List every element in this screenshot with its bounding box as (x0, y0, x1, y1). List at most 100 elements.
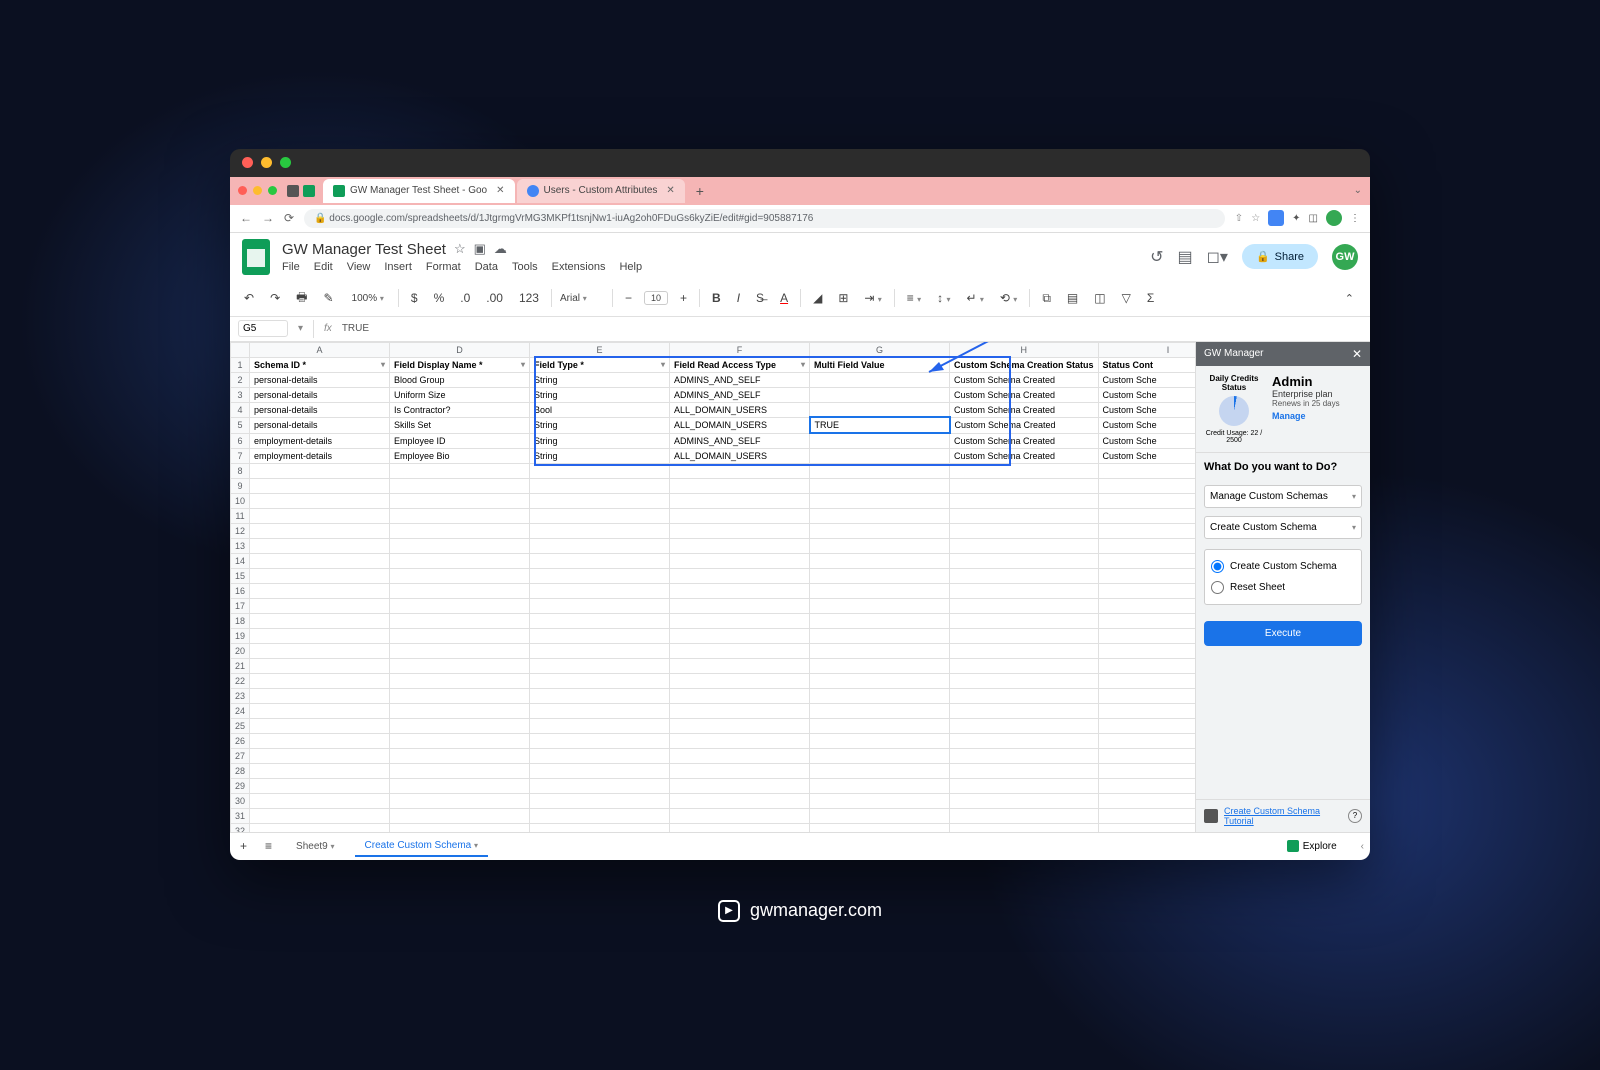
tab-close-icon[interactable]: ✕ (666, 185, 674, 196)
currency-button[interactable]: $ (407, 288, 422, 308)
radio-input[interactable] (1211, 560, 1224, 573)
menu-format[interactable]: Format (426, 261, 461, 273)
comment-insert-button[interactable]: ▤ (1063, 288, 1082, 308)
halign-button[interactable]: ≡ ▾ (903, 288, 925, 308)
decrease-size-button[interactable]: − (621, 288, 636, 308)
filter-button[interactable]: ▽ (1118, 288, 1135, 308)
redo-button[interactable]: ↷ (266, 288, 284, 308)
document-title[interactable]: GW Manager Test Sheet (282, 241, 446, 258)
window-icon[interactable]: ◫ (1309, 213, 1318, 224)
close-window-icon[interactable] (242, 157, 253, 168)
decrease-decimal-button[interactable]: .0 (456, 288, 474, 308)
minimize-icon[interactable] (253, 186, 262, 195)
merge-button[interactable]: ⇥ ▾ (860, 288, 885, 308)
execute-button[interactable]: Execute (1204, 621, 1362, 646)
zoom-select[interactable]: 100% ▾ (346, 291, 390, 306)
menu-edit[interactable]: Edit (314, 261, 333, 273)
fill-color-button[interactable]: ◢ (809, 288, 826, 308)
upload-icon[interactable]: ⇧ (1235, 213, 1243, 224)
menu-help[interactable]: Help (619, 261, 642, 273)
sidebar-header: GW Manager ✕ (1196, 342, 1370, 366)
print-button[interactable]: 🖶 (292, 285, 311, 312)
sheet-tab-2-active[interactable]: Create Custom Schema ▾ (355, 836, 489, 857)
close-icon[interactable] (238, 186, 247, 195)
chevron-down-icon[interactable]: ⌄ (1354, 185, 1362, 196)
star-icon[interactable]: ☆ (454, 241, 466, 257)
reload-button[interactable]: ⟳ (284, 211, 294, 225)
tab-close-icon[interactable]: ✕ (496, 185, 504, 196)
name-box[interactable] (238, 320, 288, 337)
font-select[interactable]: Arial ▾ (560, 293, 604, 304)
sheets-icon[interactable] (303, 185, 315, 197)
manage-link[interactable]: Manage (1272, 411, 1362, 421)
history-icon[interactable]: ↺ (1150, 247, 1163, 267)
maximize-icon[interactable] (268, 186, 277, 195)
help-icon[interactable]: ? (1348, 809, 1362, 823)
radio-create-schema[interactable]: Create Custom Schema (1211, 556, 1355, 577)
add-sheet-button[interactable]: + (236, 836, 251, 856)
menu-extensions[interactable]: Extensions (552, 261, 606, 273)
url-text: docs.google.com/spreadsheets/d/1JtgrmgVr… (329, 213, 813, 224)
back-button[interactable]: ← (240, 211, 252, 225)
chart-button[interactable]: ◫ (1090, 288, 1109, 308)
url-input[interactable]: 🔒 docs.google.com/spreadsheets/d/1Jtgrmg… (304, 209, 1225, 228)
extension-icon[interactable] (1268, 210, 1284, 226)
minimize-window-icon[interactable] (261, 157, 272, 168)
font-size-input[interactable]: 10 (644, 291, 668, 305)
explore-button[interactable]: Explore (1279, 837, 1345, 855)
radio-reset-sheet[interactable]: Reset Sheet (1211, 577, 1355, 598)
increase-decimal-button[interactable]: .00 (482, 288, 507, 308)
action-select-1[interactable]: Manage Custom Schemas▾ (1204, 485, 1362, 508)
valign-button[interactable]: ↕ ▾ (933, 288, 954, 308)
menu-insert[interactable]: Insert (384, 261, 412, 273)
link-button[interactable]: ⧉ (1038, 288, 1055, 309)
spreadsheet-grid[interactable]: ADEFGHI1Schema ID * ▾Field Display Name … (230, 342, 1195, 832)
forward-button[interactable]: → (262, 211, 274, 225)
radio-input[interactable] (1211, 581, 1224, 594)
side-panel-toggle[interactable]: ‹ (1361, 841, 1364, 852)
action-select-2[interactable]: Create Custom Schema▾ (1204, 516, 1362, 539)
italic-button[interactable]: I (733, 288, 744, 308)
youtube-icon[interactable] (1204, 809, 1218, 823)
menu-tools[interactable]: Tools (512, 261, 538, 273)
formula-input[interactable]: TRUE (342, 323, 1362, 334)
profile-avatar-icon[interactable] (1326, 210, 1342, 226)
folder-icon[interactable]: ▣ (474, 241, 486, 257)
functions-button[interactable]: Σ (1143, 288, 1158, 308)
menu-file[interactable]: File (282, 261, 300, 273)
rotate-button[interactable]: ⟲ ▾ (996, 288, 1021, 308)
percent-button[interactable]: % (430, 288, 449, 308)
collapse-toolbar-button[interactable]: ⌃ (1339, 289, 1360, 308)
sheet-tab-1[interactable]: Sheet9 ▾ (286, 837, 345, 856)
sheet-grid-area[interactable]: ADEFGHI1Schema ID * ▾Field Display Name … (230, 342, 1195, 832)
borders-button[interactable]: ⊞ (834, 288, 852, 308)
strikethrough-button[interactable]: S̶ (752, 288, 768, 308)
new-tab-button[interactable]: + (691, 182, 709, 200)
tutorial-link[interactable]: Create Custom Schema Tutorial (1224, 806, 1342, 826)
maximize-window-icon[interactable] (280, 157, 291, 168)
notion-icon[interactable] (287, 185, 299, 197)
macos-titlebar (230, 149, 1370, 177)
more-formats-button[interactable]: 123 (515, 288, 543, 308)
browser-tab-active[interactable]: GW Manager Test Sheet - Goo ✕ (323, 179, 515, 203)
all-sheets-button[interactable]: ≡ (261, 836, 276, 856)
menu-view[interactable]: View (347, 261, 371, 273)
paint-format-button[interactable]: ✎ (319, 288, 337, 308)
menu-data[interactable]: Data (475, 261, 498, 273)
comment-icon[interactable]: ▤ (1178, 247, 1193, 267)
browser-tab-inactive[interactable]: Users - Custom Attributes ✕ (517, 179, 685, 203)
close-sidebar-button[interactable]: ✕ (1352, 347, 1362, 361)
google-sheets-logo-icon[interactable] (242, 239, 270, 275)
increase-size-button[interactable]: + (676, 288, 691, 308)
star-icon[interactable]: ☆ (1251, 213, 1260, 224)
bold-button[interactable]: B (708, 288, 725, 308)
wrap-button[interactable]: ↵ ▾ (963, 288, 988, 308)
meet-icon[interactable]: ◻▾ (1207, 247, 1228, 267)
user-avatar[interactable]: GW (1332, 244, 1358, 270)
share-button[interactable]: 🔒 Share (1242, 244, 1318, 269)
menu-icon[interactable]: ⋮ (1350, 213, 1360, 224)
cloud-icon[interactable]: ☁ (494, 241, 507, 257)
puzzle-icon[interactable]: ✦ (1292, 213, 1300, 224)
text-color-button[interactable]: A (776, 288, 792, 308)
undo-button[interactable]: ↶ (240, 288, 258, 308)
